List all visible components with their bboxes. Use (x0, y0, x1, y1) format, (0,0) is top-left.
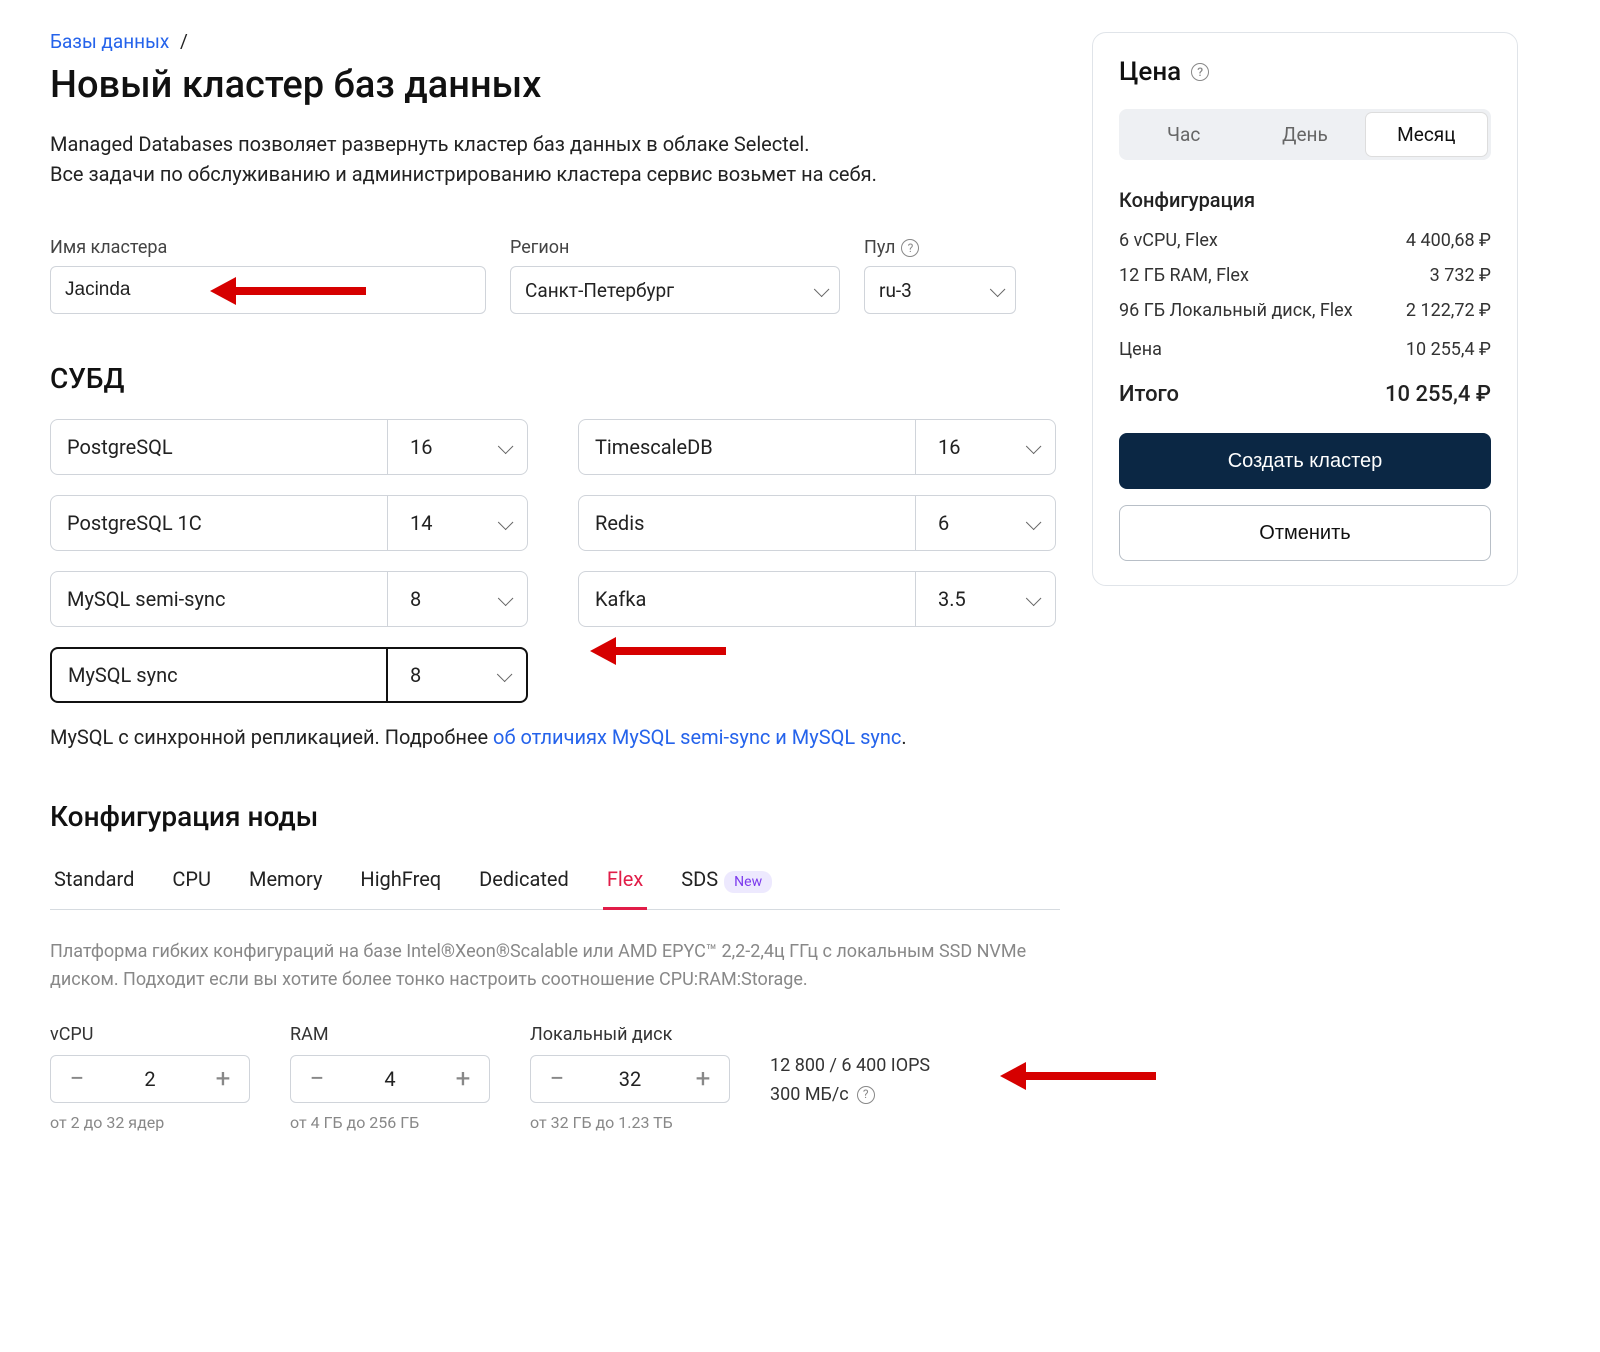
tab-flex[interactable]: Flex (603, 857, 647, 909)
dbms-description: MySQL с синхронной репликацией. Подробне… (50, 723, 1060, 752)
help-icon[interactable]: ? (901, 239, 919, 257)
dbms-card[interactable]: MySQL sync8 (50, 647, 528, 703)
page-title: Новый кластер баз данных (50, 63, 1060, 107)
ram-stepper[interactable]: − 4 + (290, 1055, 490, 1103)
region-label: Регион (510, 237, 840, 258)
dbms-version-select[interactable]: 16 (915, 420, 1055, 474)
vcpu-value: 2 (103, 1067, 197, 1091)
price-subtotal: Цена 10 255,4 ₽ (1119, 339, 1491, 360)
dbms-version-select[interactable]: 8 (387, 572, 527, 626)
region-select[interactable]: Санкт-Петербург (510, 266, 840, 314)
dbms-grid: PostgreSQL16TimescaleDB16PostgreSQL 1C14… (50, 419, 1060, 703)
dbms-card[interactable]: PostgreSQL16 (50, 419, 528, 475)
breadcrumb: Базы данных / (50, 30, 1060, 53)
segment-day[interactable]: День (1244, 113, 1365, 156)
chevron-down-icon (498, 511, 509, 535)
tab-dedicated[interactable]: Dedicated (475, 857, 573, 909)
chevron-down-icon (498, 587, 509, 611)
help-icon[interactable]: ? (857, 1086, 875, 1104)
dbms-version-select[interactable]: 14 (387, 496, 527, 550)
dbms-card[interactable]: TimescaleDB16 (578, 419, 1056, 475)
chevron-down-icon (814, 279, 825, 302)
chevron-down-icon (498, 435, 509, 459)
dbms-card[interactable]: Kafka3.5 (578, 571, 1056, 627)
minus-icon[interactable]: − (531, 1056, 583, 1102)
plus-icon[interactable]: + (437, 1056, 489, 1102)
plus-icon[interactable]: + (677, 1056, 729, 1102)
plus-icon[interactable]: + (197, 1056, 249, 1102)
chevron-down-icon (497, 663, 508, 687)
config-tabs: Standard CPU Memory HighFreq Dedicated Flex SD… (50, 857, 1060, 910)
tab-sds[interactable]: SDSNew (677, 857, 776, 909)
price-line: 6 vCPU, Flex4 400,68 ₽ (1119, 230, 1491, 251)
bandwidth-value: 300 МБ/с (770, 1081, 849, 1110)
tab-standard[interactable]: Standard (50, 857, 138, 909)
price-line: 96 ГБ Локальный диск, Flex2 122,72 ₽ (1119, 300, 1491, 321)
dbms-diff-link[interactable]: об отличиях MySQL semi-sync и MySQL sync (493, 725, 901, 749)
chevron-down-icon (1026, 435, 1037, 459)
chevron-down-icon (1026, 587, 1037, 611)
segment-month[interactable]: Месяц (1366, 113, 1487, 156)
help-icon[interactable]: ? (1191, 63, 1209, 81)
pool-select[interactable]: ru-3 (864, 266, 1016, 314)
dbms-version-select[interactable]: 6 (915, 496, 1055, 550)
ram-label: RAM (290, 1024, 490, 1045)
cfg-disk: Локальный диск − 32 + от 32 ГБ до 1.23 Т… (530, 1024, 730, 1132)
price-total: Итого 10 255,4 ₽ (1119, 382, 1491, 407)
dbms-name: Redis (579, 496, 915, 550)
disk-stepper[interactable]: − 32 + (530, 1055, 730, 1103)
minus-icon[interactable]: − (51, 1056, 103, 1102)
price-line: 12 ГБ RAM, Flex3 732 ₽ (1119, 265, 1491, 286)
price-sidebar: Цена ? Час День Месяц Конфигурация 6 vCP… (1092, 32, 1518, 586)
dbms-section-title: СУБД (50, 362, 1060, 395)
cfg-ram: RAM − 4 + от 4 ГБ до 256 ГБ (290, 1024, 490, 1132)
dbms-version-select[interactable]: 8 (386, 649, 526, 701)
disk-value: 32 (583, 1067, 677, 1091)
node-config-section-title: Конфигурация ноды (50, 800, 1060, 833)
field-region: Регион Санкт-Петербург (510, 237, 840, 314)
chevron-down-icon (990, 279, 1001, 302)
chevron-down-icon (1026, 511, 1037, 535)
ram-value: 4 (343, 1067, 437, 1091)
disk-performance-info: 12 800 / 6 400 IOPS 300 МБ/с ? (770, 1024, 930, 1110)
breadcrumb-separator: / (180, 30, 188, 53)
price-title: Цена ? (1119, 57, 1491, 87)
tab-memory[interactable]: Memory (245, 857, 326, 909)
badge-new: New (724, 871, 772, 893)
iops-value: 12 800 / 6 400 IOPS (770, 1052, 930, 1081)
dbms-card[interactable]: Redis6 (578, 495, 1056, 551)
dbms-name: MySQL semi-sync (51, 572, 387, 626)
page-intro: Managed Databases позволяет развернуть к… (50, 129, 1060, 189)
ram-hint: от 4 ГБ до 256 ГБ (290, 1113, 490, 1132)
minus-icon[interactable]: − (291, 1056, 343, 1102)
dbms-version-select[interactable]: 3.5 (915, 572, 1055, 626)
breadcrumb-root-link[interactable]: Базы данных (50, 30, 169, 53)
tab-description: Платформа гибких конфигураций на базе In… (50, 938, 1030, 994)
price-config-heading: Конфигурация (1119, 188, 1491, 212)
dbms-card[interactable]: MySQL semi-sync8 (50, 571, 528, 627)
dbms-version-select[interactable]: 16 (387, 420, 527, 474)
field-pool: Пул ? ru-3 (864, 237, 1016, 314)
dbms-name: TimescaleDB (579, 420, 915, 474)
dbms-name: Kafka (579, 572, 915, 626)
dbms-name: PostgreSQL 1C (51, 496, 387, 550)
disk-hint: от 32 ГБ до 1.23 ТБ (530, 1113, 730, 1132)
tab-highfreq[interactable]: HighFreq (356, 857, 445, 909)
pool-label: Пул (864, 237, 895, 258)
tab-cpu[interactable]: CPU (168, 857, 215, 909)
vcpu-label: vCPU (50, 1024, 250, 1045)
cfg-vcpu: vCPU − 2 + от 2 до 32 ядер (50, 1024, 250, 1132)
field-cluster-name: Имя кластера (50, 237, 486, 314)
cluster-name-label: Имя кластера (50, 237, 486, 258)
create-cluster-button[interactable]: Создать кластер (1119, 433, 1491, 489)
dbms-name: PostgreSQL (51, 420, 387, 474)
billing-period-segment: Час День Месяц (1119, 109, 1491, 160)
vcpu-hint: от 2 до 32 ядер (50, 1113, 250, 1132)
cancel-button[interactable]: Отменить (1119, 505, 1491, 561)
segment-hour[interactable]: Час (1123, 113, 1244, 156)
vcpu-stepper[interactable]: − 2 + (50, 1055, 250, 1103)
dbms-card[interactable]: PostgreSQL 1C14 (50, 495, 528, 551)
disk-label: Локальный диск (530, 1024, 730, 1045)
dbms-name: MySQL sync (52, 649, 386, 701)
